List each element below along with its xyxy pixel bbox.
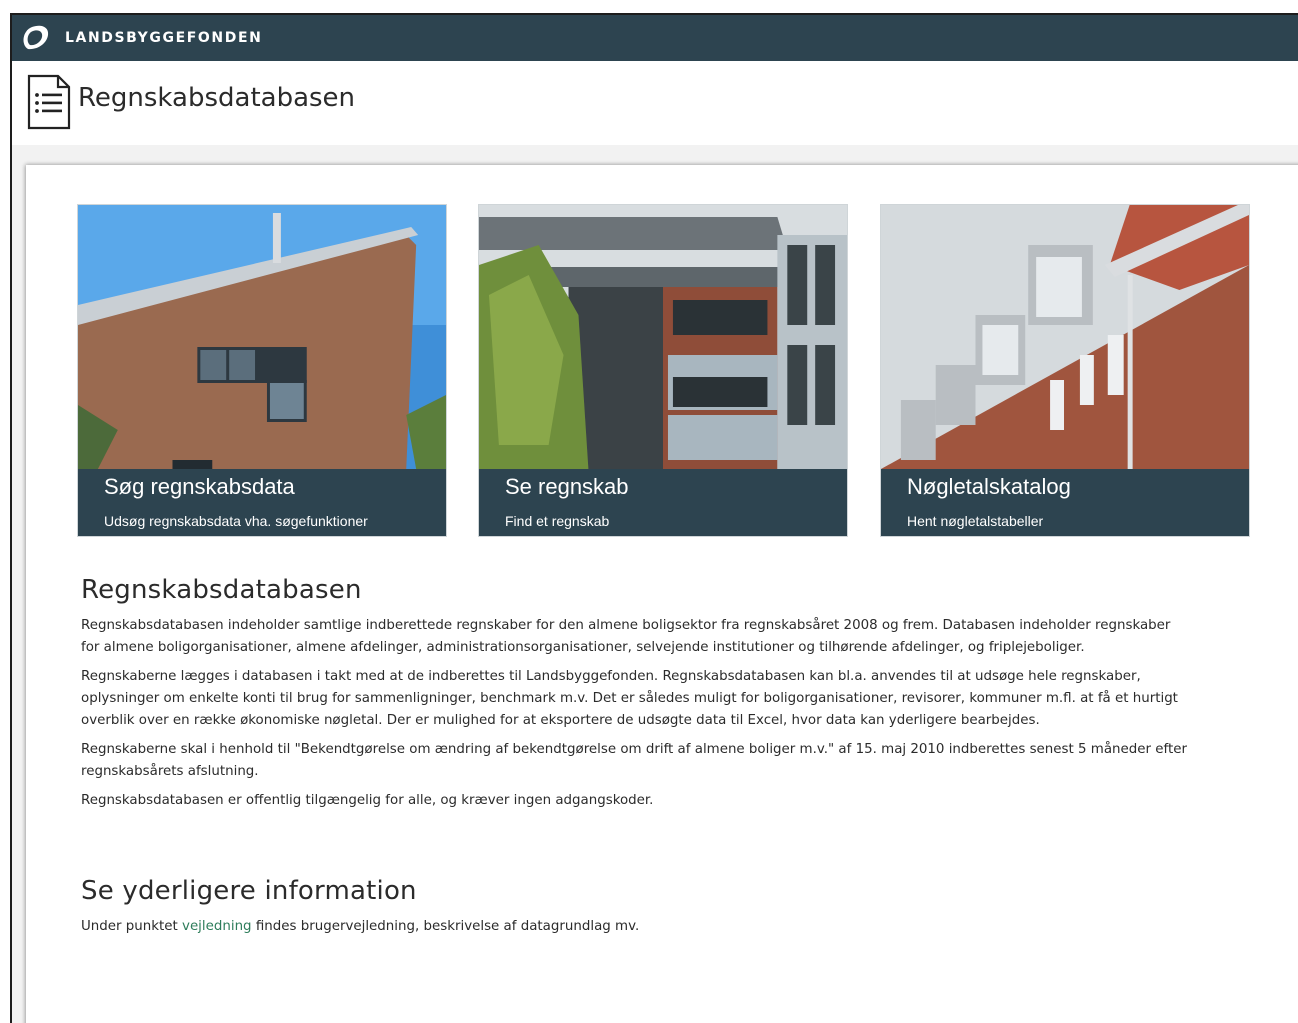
main-panel: Søg regnskabsdata Udsøg regnskabsdata vh… xyxy=(26,165,1298,1023)
top-bar: LANDSBYGGEFONDEN xyxy=(12,15,1298,61)
more-info-heading: Se yderligere information xyxy=(81,876,417,906)
tile-image-modern-house xyxy=(78,205,446,469)
tile-subtitle: Find et regnskab xyxy=(505,513,610,529)
tile-image-brick-building xyxy=(881,205,1249,469)
about-heading: Regnskabsdatabasen xyxy=(81,575,362,605)
guide-link[interactable]: vejledning xyxy=(182,919,252,934)
tile-subtitle: Udsøg regnskabsdata vha. søgefunktioner xyxy=(104,513,368,529)
more-info-text: Under punktet vejledning findes brugerve… xyxy=(81,916,1191,938)
tile-caption: Nøgletalskatalog Hent nøgletalstabeller xyxy=(881,469,1249,536)
tile-subtitle: Hent nøgletalstabeller xyxy=(907,513,1044,529)
app-frame: LANDSBYGGEFONDEN Regnskabsdatabasen Søg … xyxy=(10,13,1298,1023)
landsbyggefonden-logo-icon[interactable] xyxy=(20,23,50,53)
tile-caption: Se regnskab Find et regnskab xyxy=(479,469,847,536)
page-title: Regnskabsdatabasen xyxy=(78,83,356,113)
tile-title: Nøgletalskatalog xyxy=(907,474,1071,499)
about-paragraph: Regnskaberne skal i henhold til "Bekendt… xyxy=(81,742,1187,779)
title-bar: Regnskabsdatabasen xyxy=(12,61,1298,145)
main-content: Regnskabsdatabasen Regnskabsdatabasen in… xyxy=(81,575,1191,945)
tile-image-apartment-block xyxy=(479,205,847,469)
brand-name[interactable]: LANDSBYGGEFONDEN xyxy=(65,30,262,46)
tile-title: Søg regnskabsdata xyxy=(104,474,295,499)
more-info-text-before: Under punktet xyxy=(81,919,183,934)
about-paragraph: Regnskabsdatabasen er offentlig tilgænge… xyxy=(81,793,654,808)
more-info-text-after: findes brugervejledning, beskrivelse af … xyxy=(251,919,640,934)
tile-title: Se regnskab xyxy=(505,474,629,499)
tile-see-accounts[interactable]: Se regnskab Find et regnskab xyxy=(478,204,848,537)
about-paragraph: Regnskaberne lægges i databasen i takt m… xyxy=(81,669,1178,728)
tile-key-figures-catalog[interactable]: Nøgletalskatalog Hent nøgletalstabeller xyxy=(880,204,1250,537)
document-list-icon xyxy=(27,74,71,130)
about-paragraph: Regnskabsdatabasen indeholder samtlige i… xyxy=(81,618,1171,655)
tile-search-accounting-data[interactable]: Søg regnskabsdata Udsøg regnskabsdata vh… xyxy=(77,204,447,537)
tile-caption: Søg regnskabsdata Udsøg regnskabsdata vh… xyxy=(78,469,446,536)
